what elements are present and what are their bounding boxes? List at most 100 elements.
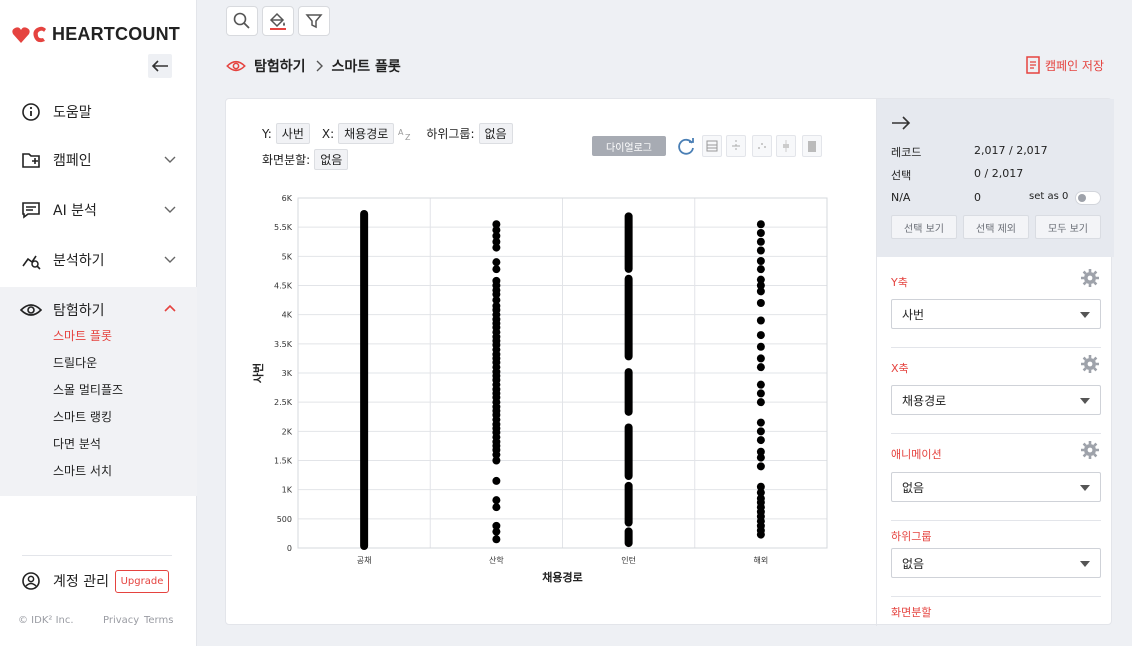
x-tick-label: 해외	[754, 555, 769, 565]
heart-logo-icon	[12, 26, 46, 43]
sub-smart-ranking[interactable]: 스마트 랭킹	[53, 408, 112, 425]
data-point	[756, 354, 765, 363]
eye-icon	[226, 60, 246, 72]
gear-icon[interactable]	[1081, 269, 1099, 287]
nav-campaign[interactable]: 캠페인	[20, 148, 180, 172]
exclude-selected-button[interactable]: 선택 제외	[963, 215, 1029, 239]
data-point	[756, 453, 765, 462]
nav-explore-label: 탐험하기	[53, 303, 105, 319]
data-point	[756, 287, 765, 296]
y-axis-select[interactable]: 사번	[891, 299, 1101, 329]
data-point-cluster	[624, 481, 633, 527]
sub-drilldown[interactable]: 드릴다운	[53, 354, 97, 371]
nav-help-label: 도움말	[53, 105, 92, 121]
set-as-zero-label: set as 0	[1029, 191, 1069, 202]
info-icon	[20, 101, 42, 123]
chevron-right-icon	[316, 60, 323, 72]
divider	[891, 520, 1101, 521]
divider	[22, 555, 172, 556]
chevron-up-icon	[164, 304, 176, 312]
copyright: © IDK² Inc.	[18, 615, 74, 626]
y-tick-label: 5K	[282, 252, 293, 261]
animation-select-value: 없음	[902, 480, 925, 495]
y-axis-select-value: 사번	[902, 307, 925, 322]
terms-link[interactable]: Terms	[144, 615, 173, 626]
stats-panel: 레코드 2,017 / 2,017 선택 0 / 2,017 N/A 0 set…	[877, 99, 1114, 257]
data-point	[756, 363, 765, 372]
data-point	[492, 503, 501, 512]
analysis-chart-icon	[20, 249, 42, 271]
nav-help[interactable]: 도움말	[20, 100, 180, 124]
filter-button[interactable]	[298, 6, 330, 36]
x-tick-label: 산학	[489, 555, 504, 565]
subgroup-select[interactable]: 없음	[891, 548, 1101, 578]
right-panel: 레코드 2,017 / 2,017 선택 0 / 2,017 N/A 0 set…	[876, 99, 1114, 626]
arrow-right-icon[interactable]	[891, 115, 911, 131]
upgrade-button[interactable]: Upgrade	[115, 570, 169, 593]
chevron-down-icon	[164, 256, 176, 263]
save-campaign-button[interactable]: 캠페인 저장	[1025, 56, 1104, 74]
nav-explore[interactable]: 탐험하기	[20, 298, 180, 322]
subgroup-select-value: 없음	[902, 556, 925, 571]
split-title: 화면분할	[891, 606, 932, 619]
sub-smart-search[interactable]: 스마트 서치	[53, 462, 112, 479]
data-point	[492, 476, 501, 485]
nav-analysis[interactable]: 분석하기	[20, 248, 180, 272]
data-point	[756, 427, 765, 436]
sidebar: HEARTCOUNT 도움말 캠페인 AI 분석 분석하기 탐험하기 스마트 플…	[0, 0, 197, 646]
x-tick-label: 인턴	[621, 555, 636, 565]
data-point	[756, 246, 765, 255]
caret-down-icon	[1080, 561, 1090, 567]
show-selected-button[interactable]: 선택 보기	[891, 215, 957, 239]
stat-record: 레코드 2,017 / 2,017	[891, 144, 1101, 160]
brand-name: HEARTCOUNT	[52, 24, 180, 44]
nav-account[interactable]: 계정 관리	[20, 569, 110, 593]
search-icon	[233, 12, 250, 29]
y-tick-label: 500	[277, 515, 292, 524]
sub-multi-analysis[interactable]: 다면 분석	[53, 435, 101, 452]
gear-icon[interactable]	[1081, 441, 1099, 459]
na-value: 0	[974, 191, 981, 204]
data-point-cluster	[624, 423, 633, 480]
paint-bucket-button[interactable]	[262, 6, 294, 36]
privacy-link[interactable]: Privacy	[103, 615, 139, 626]
set-as-zero-toggle[interactable]	[1075, 191, 1101, 205]
data-point	[756, 418, 765, 427]
na-label: N/A	[891, 191, 911, 204]
gear-icon[interactable]	[1081, 355, 1099, 373]
record-value: 2,017 / 2,017	[974, 144, 1048, 157]
data-point	[756, 229, 765, 237]
sub-small-multiples[interactable]: 스몰 멀티플즈	[53, 381, 123, 398]
x-tick-label: 공채	[357, 555, 372, 565]
data-point-cluster	[624, 212, 633, 273]
collapse-sidebar-button[interactable]	[148, 54, 172, 78]
caret-down-icon	[1080, 398, 1090, 404]
data-point-cluster	[624, 527, 633, 548]
user-icon	[20, 570, 42, 592]
animation-title: 애니메이션	[891, 448, 942, 461]
divider	[891, 596, 1101, 597]
x-axis-title: X축	[891, 362, 909, 375]
stat-na: N/A 0 set as 0	[891, 191, 1101, 204]
breadcrumb-root[interactable]: 탐험하기	[254, 56, 306, 76]
data-point	[492, 258, 501, 267]
data-point	[756, 436, 765, 445]
nav-ai-analysis[interactable]: AI 분석	[20, 198, 180, 222]
data-point	[492, 527, 501, 536]
scatter-chart[interactable]: 0 500 1K 1.5K 2K 2.5K 3K 3.5K 4K 4.5K 5K 5.5K 6K 공채 산학…	[226, 99, 876, 626]
x-axis-select[interactable]: 채용경로	[891, 385, 1101, 415]
brand-logo[interactable]: HEARTCOUNT	[12, 24, 180, 45]
divider	[891, 347, 1101, 348]
animation-select[interactable]: 없음	[891, 472, 1101, 502]
y-tick-label: 0	[287, 544, 292, 553]
data-point	[756, 380, 765, 389]
caret-down-icon	[1080, 312, 1090, 318]
breadcrumb-current: 스마트 플롯	[331, 59, 401, 75]
data-point	[756, 257, 765, 265]
stat-select: 선택 0 / 2,017	[891, 167, 1101, 183]
search-button[interactable]	[226, 6, 258, 36]
sub-smart-plot[interactable]: 스마트 플롯	[53, 327, 112, 344]
y-tick-label: 2.5K	[274, 398, 293, 407]
select-value: 0 / 2,017	[974, 167, 1024, 180]
show-all-button[interactable]: 모두 보기	[1035, 215, 1101, 239]
